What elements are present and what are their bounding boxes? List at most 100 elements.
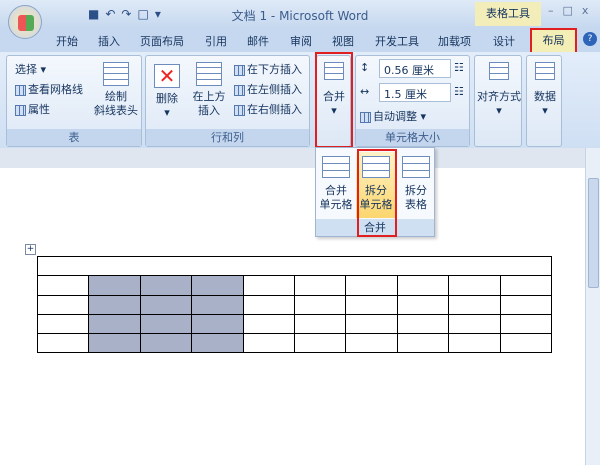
tab-insert[interactable]: 插入 xyxy=(98,33,120,49)
table-cell[interactable] xyxy=(36,275,90,296)
row-height-input[interactable]: 0.56 厘米 xyxy=(379,59,451,78)
table-cell[interactable] xyxy=(448,275,501,296)
insert-above-label-1: 在上方 xyxy=(192,90,226,103)
properties-button[interactable]: 属性 xyxy=(15,101,50,117)
tab-layout[interactable]: 布局 xyxy=(530,28,577,54)
table-cell[interactable] xyxy=(499,313,552,335)
table-cell[interactable] xyxy=(396,294,450,315)
table-cell[interactable] xyxy=(396,313,450,335)
table-cell[interactable] xyxy=(499,275,552,296)
tab-references[interactable]: 引用 xyxy=(205,33,227,49)
table-row xyxy=(37,255,552,277)
group-label-rows-columns: 行和列 xyxy=(146,129,309,146)
table-cell[interactable] xyxy=(242,313,295,335)
selected-table-cell[interactable] xyxy=(139,275,193,296)
table-cell[interactable] xyxy=(242,275,295,296)
column-width-input[interactable]: 1.5 厘米 xyxy=(379,83,451,102)
tab-view[interactable]: 视图 xyxy=(332,33,354,49)
autofit-button[interactable]: 自动调整 ▾ xyxy=(360,108,426,124)
table-cell[interactable] xyxy=(37,255,552,277)
minimize-button[interactable]: – xyxy=(548,4,554,17)
view-gridlines-button[interactable]: 查看网格线 xyxy=(15,81,83,97)
insert-above-icon xyxy=(196,62,222,86)
draw-diagonal-header-button[interactable]: 绘制 斜线表头 xyxy=(91,62,141,118)
tab-mailings[interactable]: 邮件 xyxy=(247,33,269,49)
office-logo-icon xyxy=(18,15,34,31)
insert-left-button[interactable]: 在左侧插入 xyxy=(234,81,302,97)
merge-cells-button[interactable]: 合并 单元格 xyxy=(316,152,356,218)
table-cell[interactable] xyxy=(293,294,347,315)
gridlines-icon xyxy=(15,84,26,96)
document-table[interactable] xyxy=(36,255,552,354)
merge-cells-icon xyxy=(322,156,350,178)
tab-developer[interactable]: 开发工具 xyxy=(375,33,419,49)
properties-icon xyxy=(15,104,26,116)
table-cell[interactable] xyxy=(36,294,90,315)
table-cell[interactable] xyxy=(293,333,347,354)
selected-table-cell[interactable] xyxy=(88,275,141,296)
table-cell[interactable] xyxy=(396,275,450,296)
table-cell[interactable] xyxy=(448,313,501,335)
insert-left-label: 在左侧插入 xyxy=(247,83,302,96)
select-button[interactable]: 选择 ▾ xyxy=(15,61,46,77)
cell-size-group: ↕ 0.56 厘米 ↔ 1.5 厘米 ☷ ☷ 自动调整 ▾ 单元格大小 xyxy=(355,55,470,147)
insert-above-button[interactable]: 在上方 插入 xyxy=(192,62,226,118)
table-cell[interactable] xyxy=(499,294,552,315)
table-cell[interactable] xyxy=(448,294,501,315)
tab-design[interactable]: 设计 xyxy=(493,33,515,49)
table-row xyxy=(36,333,552,354)
insert-right-button[interactable]: 在右侧插入 xyxy=(234,101,302,117)
office-button[interactable] xyxy=(8,5,42,39)
tab-addins[interactable]: 加载项 xyxy=(438,33,471,49)
draw-label-1: 绘制 xyxy=(105,90,127,103)
table-cell[interactable] xyxy=(499,333,552,354)
merge-highlight xyxy=(315,52,353,148)
alignment-icon xyxy=(489,62,509,80)
table-cell[interactable] xyxy=(36,313,90,335)
selected-table-cell[interactable] xyxy=(139,333,193,354)
table-cell[interactable] xyxy=(345,333,398,354)
scroll-thumb[interactable] xyxy=(588,178,599,288)
table-cell[interactable] xyxy=(396,333,450,354)
table-move-handle-icon[interactable]: + xyxy=(25,244,36,255)
table-cell[interactable] xyxy=(345,275,398,296)
help-icon[interactable]: ? xyxy=(583,32,597,46)
distribute-columns-icon[interactable]: ☷ xyxy=(454,85,464,98)
selected-table-cell[interactable] xyxy=(139,294,193,315)
delete-label: 删除 xyxy=(156,92,178,105)
ribbon-tabs: 开始 插入 页面布局 引用 邮件 审阅 视图 开发工具 加载项 设计 xyxy=(0,28,600,52)
vertical-scrollbar[interactable] xyxy=(585,148,600,465)
maximize-button[interactable]: □ xyxy=(563,4,573,17)
distribute-rows-icon[interactable]: ☷ xyxy=(454,61,464,74)
selected-table-cell[interactable] xyxy=(88,294,141,315)
data-button[interactable]: 数据 ▾ xyxy=(529,62,561,118)
table-cell[interactable] xyxy=(448,333,501,354)
table-cell[interactable] xyxy=(36,333,90,354)
selected-table-cell[interactable] xyxy=(191,294,244,315)
selected-table-cell[interactable] xyxy=(88,333,141,354)
table-cell[interactable] xyxy=(293,275,347,296)
merge-cells-label-1: 合并 xyxy=(325,184,347,197)
data-group: 数据 ▾ xyxy=(526,55,562,147)
tab-review[interactable]: 审阅 xyxy=(290,33,312,49)
table-cell[interactable] xyxy=(242,294,295,315)
insert-below-button[interactable]: 在下方插入 xyxy=(234,61,302,77)
selected-table-cell[interactable] xyxy=(139,313,193,335)
delete-button[interactable]: ✕ 删除 ▾ xyxy=(152,64,182,120)
table-cell[interactable] xyxy=(345,313,398,335)
table-cell[interactable] xyxy=(293,313,347,335)
table-cell[interactable] xyxy=(345,294,398,315)
selected-table-cell[interactable] xyxy=(191,275,244,296)
split-table-button[interactable]: 拆分 表格 xyxy=(396,152,436,218)
close-button[interactable]: x xyxy=(582,4,589,17)
delete-icon: ✕ xyxy=(154,64,180,88)
data-label: 数据 xyxy=(534,90,556,103)
table-cell[interactable] xyxy=(242,333,295,354)
gridlines-label: 查看网格线 xyxy=(28,83,83,96)
tab-page-layout[interactable]: 页面布局 xyxy=(140,33,184,49)
selected-table-cell[interactable] xyxy=(191,333,244,354)
selected-table-cell[interactable] xyxy=(191,313,244,335)
tab-home[interactable]: 开始 xyxy=(56,33,78,49)
alignment-button[interactable]: 对齐方式 ▾ xyxy=(477,62,521,118)
selected-table-cell[interactable] xyxy=(88,313,141,335)
